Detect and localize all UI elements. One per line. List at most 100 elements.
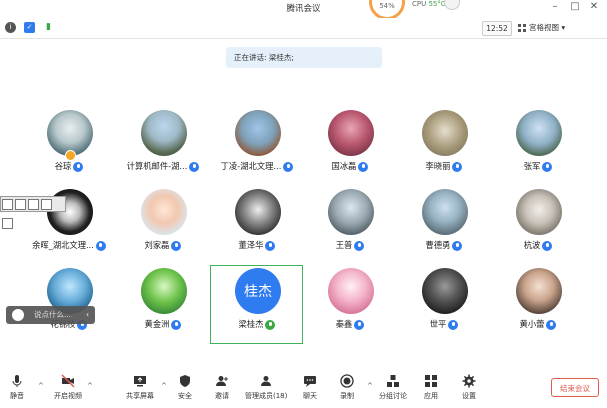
float-icon-1[interactable] bbox=[2, 199, 13, 210]
view-switch-button[interactable]: 宫格视图 ▾ bbox=[518, 21, 580, 34]
breakout-label: 分组讨论 bbox=[379, 392, 407, 400]
apps-button[interactable]: 应用 bbox=[424, 374, 438, 401]
settings-label: 设置 bbox=[462, 392, 476, 400]
microphone-status-icon bbox=[354, 319, 365, 330]
avatar bbox=[422, 268, 468, 314]
participant-tile[interactable]: 黄小蕾 bbox=[492, 268, 584, 348]
minimize-icon[interactable]: – bbox=[548, 1, 562, 12]
participant-tile[interactable]: 王普 bbox=[304, 189, 396, 269]
float-icon-3[interactable] bbox=[28, 199, 39, 210]
participant-name-row: 杭波 bbox=[492, 239, 584, 251]
mute-options-caret[interactable]: ^ bbox=[38, 382, 44, 390]
window-title: 腾讯会议 bbox=[286, 4, 321, 14]
cpu-usage-ring[interactable]: 54% bbox=[369, 0, 405, 20]
grid-view-icon bbox=[518, 24, 526, 32]
members-button[interactable]: 管理成员(18) bbox=[245, 374, 287, 401]
participant-tile[interactable]: 秦鑫 bbox=[304, 268, 396, 348]
maximize-icon[interactable]: □ bbox=[568, 1, 582, 12]
invite-user-icon bbox=[216, 376, 228, 386]
shield-icon[interactable]: ✓ bbox=[24, 22, 35, 33]
chat-icon bbox=[304, 376, 316, 387]
floating-control-bar[interactable] bbox=[0, 196, 66, 229]
participant-name: 计算机邮件-湖... bbox=[126, 161, 188, 171]
microphone-status-icon bbox=[452, 161, 463, 172]
microphone-status-icon bbox=[448, 319, 459, 330]
avatar bbox=[235, 189, 281, 235]
chat-button[interactable]: 聊天 bbox=[303, 374, 317, 401]
share-options-caret[interactable]: ^ bbox=[161, 382, 167, 390]
float-icon-5[interactable] bbox=[2, 218, 13, 229]
title-bar: 腾讯会议 54% CPU 55°C – □ ✕ bbox=[0, 0, 607, 20]
participant-name-row: 谷琼 bbox=[23, 160, 115, 172]
breakout-rooms-icon bbox=[387, 375, 399, 387]
participant-name-row: 李晓丽 bbox=[398, 160, 490, 172]
participant-name-row: 董泽华 bbox=[211, 239, 303, 251]
participant-tile[interactable]: 黄金洲 bbox=[117, 268, 209, 348]
microphone-status-icon bbox=[542, 161, 553, 172]
mute-button[interactable]: 静音 bbox=[10, 374, 24, 401]
active-speaker-highlight bbox=[210, 265, 303, 344]
breakout-button[interactable]: 分组讨论 bbox=[379, 374, 407, 401]
signal-icon[interactable]: ▮ bbox=[43, 22, 54, 33]
microphone-status-icon bbox=[265, 240, 276, 251]
view-label: 宫格视图 bbox=[529, 23, 559, 32]
participant-tile[interactable]: 丁凌-湖北文理... bbox=[211, 110, 303, 190]
participant-tile[interactable]: 计算机邮件-湖... bbox=[117, 110, 209, 190]
microphone-status-icon bbox=[546, 319, 557, 330]
cpu-label: CPU bbox=[412, 0, 427, 8]
participant-name: 李晓丽 bbox=[425, 161, 451, 171]
float-icon-4[interactable] bbox=[41, 199, 52, 210]
video-button[interactable]: 开启视频 bbox=[54, 374, 82, 401]
chat-popup[interactable]: 说点什么... ‹ bbox=[6, 306, 95, 324]
participant-tile[interactable]: 世平 bbox=[398, 268, 490, 348]
meeting-toolbar: i ✓ ▮ 12:52 宫格视图 ▾ bbox=[0, 18, 607, 39]
settings-button[interactable]: 设置 bbox=[462, 374, 476, 401]
close-icon[interactable]: ✕ bbox=[587, 1, 601, 12]
participant-tile[interactable]: 刘家磊 bbox=[117, 189, 209, 269]
share-label: 共享屏幕 bbox=[126, 392, 154, 400]
info-icon[interactable]: i bbox=[5, 22, 16, 33]
participant-name: 丁凌-湖北文理... bbox=[220, 161, 282, 171]
participant-name-row: 秦鑫 bbox=[304, 318, 396, 330]
host-badge-icon bbox=[65, 150, 76, 161]
participant-name: 曹德勇 bbox=[425, 240, 451, 250]
participant-name: 谷琼 bbox=[54, 161, 72, 171]
video-label: 开启视频 bbox=[54, 392, 82, 400]
apps-label: 应用 bbox=[424, 392, 438, 400]
participant-name: 世平 bbox=[429, 319, 447, 329]
participant-name-row: 丁凌-湖北文理... bbox=[211, 160, 303, 172]
microphone-status-icon bbox=[358, 161, 369, 172]
avatar bbox=[328, 110, 374, 156]
avatar bbox=[516, 110, 562, 156]
participant-tile[interactable]: 杭波 bbox=[492, 189, 584, 269]
mute-label: 静音 bbox=[10, 392, 24, 400]
participant-tile[interactable]: 董泽华 bbox=[211, 189, 303, 269]
record-options-caret[interactable]: ^ bbox=[367, 382, 373, 390]
microphone-status-icon bbox=[354, 240, 365, 251]
invite-button[interactable]: 邀请 bbox=[215, 374, 229, 401]
participant-name: 国冰磊 bbox=[331, 161, 357, 171]
cpu-status: CPU 55°C bbox=[412, 0, 446, 8]
participant-tile[interactable]: 李晓丽 bbox=[398, 110, 490, 190]
participant-tile[interactable]: 曹德勇 bbox=[398, 189, 490, 269]
participant-tile[interactable]: 国冰磊 bbox=[304, 110, 396, 190]
participant-name-row: 国冰磊 bbox=[304, 160, 396, 172]
record-button[interactable]: 录制 bbox=[340, 374, 354, 401]
float-icon-2[interactable] bbox=[15, 199, 26, 210]
bottom-control-bar: 静音 ^ 开启视频 ^ 共享屏幕 ^ 安全 邀请 管理成员(18) 聊天 录制 … bbox=[0, 368, 607, 408]
security-button[interactable]: 安全 bbox=[178, 374, 192, 401]
collapse-arrow-icon[interactable]: ‹ bbox=[86, 306, 89, 324]
smile-icon bbox=[12, 309, 24, 321]
microphone-status-icon bbox=[171, 319, 182, 330]
avatar bbox=[328, 268, 374, 314]
end-meeting-button[interactable]: 结束会议 bbox=[551, 378, 599, 397]
share-screen-icon bbox=[134, 376, 146, 387]
avatar bbox=[141, 189, 187, 235]
video-options-caret[interactable]: ^ bbox=[87, 382, 93, 390]
record-label: 录制 bbox=[340, 392, 354, 400]
participant-tile[interactable]: 张军 bbox=[492, 110, 584, 190]
avatar bbox=[235, 110, 281, 156]
share-screen-button[interactable]: 共享屏幕 bbox=[126, 374, 154, 401]
participant-name-row: 王普 bbox=[304, 239, 396, 251]
microphone-status-icon bbox=[95, 240, 106, 251]
